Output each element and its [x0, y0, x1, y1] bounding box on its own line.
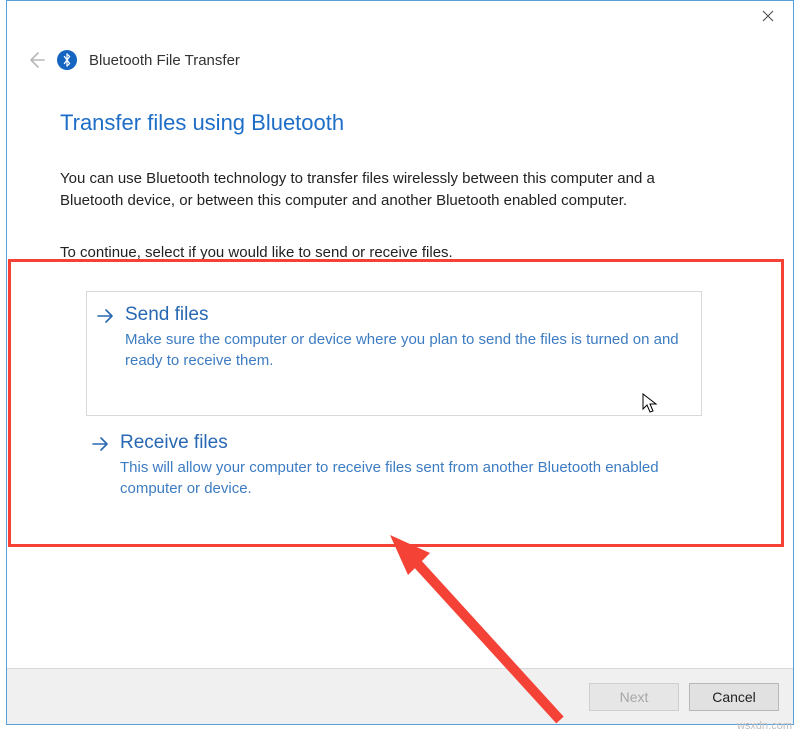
option-send-desc: Make sure the computer or device where y…: [125, 329, 685, 371]
dialog-title: Bluetooth File Transfer: [89, 52, 240, 69]
arrow-left-icon: [25, 50, 45, 70]
option-receive-title: Receive files: [120, 432, 680, 454]
dialog-window: Bluetooth File Transfer Transfer files u…: [6, 0, 794, 725]
option-send-body: Send files Make sure the computer or dev…: [125, 304, 685, 371]
back-button[interactable]: [25, 50, 45, 70]
page-title: Transfer files using Bluetooth: [60, 110, 748, 136]
options-list: Send files Make sure the computer or dev…: [86, 291, 748, 517]
watermark-text: wsxdn.com: [737, 720, 792, 732]
option-send-title: Send files: [125, 304, 685, 326]
dialog-footer: Next Cancel: [7, 668, 793, 724]
dialog-content: Transfer files using Bluetooth You can u…: [60, 110, 748, 517]
option-receive-desc: This will allow your computer to receive…: [120, 457, 680, 499]
cancel-button[interactable]: Cancel: [689, 683, 779, 711]
option-send-files[interactable]: Send files Make sure the computer or dev…: [86, 291, 702, 416]
arrow-right-icon: [95, 306, 115, 371]
option-receive-body: Receive files This will allow your compu…: [120, 432, 680, 499]
instruction-text: To continue, select if you would like to…: [60, 244, 748, 261]
close-icon: [762, 10, 774, 22]
option-receive-files[interactable]: Receive files This will allow your compu…: [86, 428, 702, 517]
next-button: Next: [589, 683, 679, 711]
close-button[interactable]: [753, 3, 783, 29]
bluetooth-icon: [57, 50, 77, 70]
dialog-header: Bluetooth File Transfer: [25, 50, 240, 70]
intro-text: You can use Bluetooth technology to tran…: [60, 168, 700, 212]
arrow-right-icon: [90, 434, 110, 499]
